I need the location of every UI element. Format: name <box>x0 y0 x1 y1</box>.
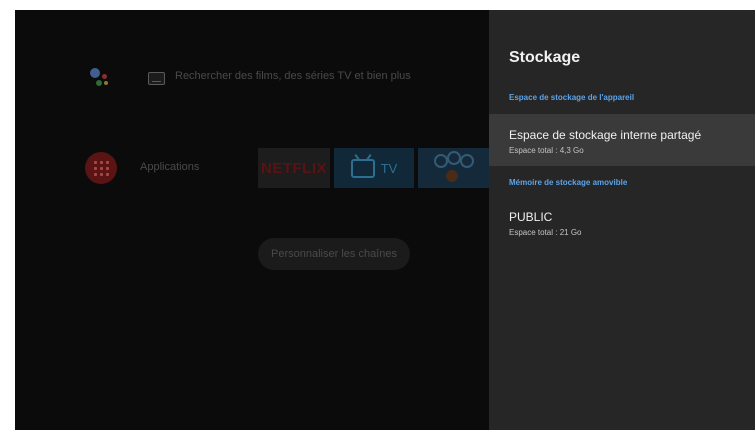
storage-settings-panel: Stockage Espace de stockage de l'apparei… <box>489 10 755 430</box>
removable-storage-section-header: Mémoire de stockage amovible <box>509 178 628 187</box>
panel-title: Stockage <box>509 49 581 66</box>
media-app-tile[interactable] <box>418 148 489 188</box>
netflix-app-tile[interactable]: NETFLIX <box>258 148 330 188</box>
device-storage-section-header: Espace de stockage de l'appareil <box>509 93 635 102</box>
internal-storage-total: Espace total : 4,3 Go <box>509 146 584 155</box>
internal-shared-storage-item[interactable]: Espace de stockage interne partagé Espac… <box>489 114 755 166</box>
apps-grid-icon[interactable] <box>85 152 117 184</box>
internal-storage-title: Espace de stockage interne partagé <box>509 128 702 142</box>
play-icon <box>446 170 458 182</box>
public-storage-title: PUBLIC <box>509 210 553 224</box>
tv-label: TV <box>380 160 398 176</box>
public-storage-total: Espace total : 21 Go <box>509 228 582 237</box>
tv-app-tile[interactable]: TV <box>334 148 414 188</box>
public-storage-item[interactable]: PUBLIC Espace total : 21 Go <box>489 200 755 252</box>
apps-label: Applications <box>140 161 200 173</box>
netflix-logo: NETFLIX <box>261 159 327 177</box>
tv-icon <box>350 158 375 178</box>
customize-channels-button[interactable]: Personnaliser les chaînes <box>258 238 410 270</box>
google-assistant-icon[interactable] <box>90 68 114 88</box>
search-placeholder[interactable]: Rechercher des films, des séries TV et b… <box>175 70 411 82</box>
tv-screen: Rechercher des films, des séries TV et b… <box>15 10 755 430</box>
keyboard-icon[interactable] <box>148 72 165 85</box>
home-screen-dimmed: Rechercher des films, des séries TV et b… <box>15 10 489 430</box>
